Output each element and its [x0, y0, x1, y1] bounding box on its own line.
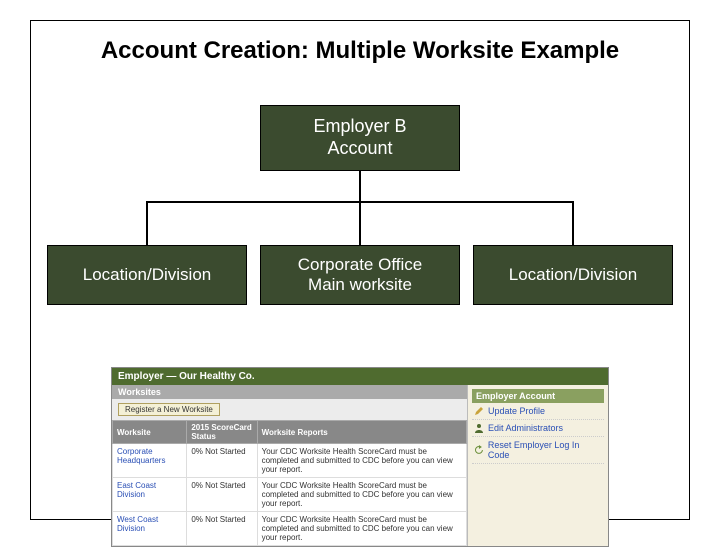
- table-header-row: Worksite 2015 ScoreCard Status Worksite …: [113, 421, 467, 444]
- org-chart: Employer B Account Location/Division Cor…: [31, 105, 689, 305]
- status-cell: 0% Not Started: [187, 512, 257, 546]
- sidebar-item-reset-code[interactable]: Reset Employer Log In Code: [472, 437, 604, 464]
- connector-line: [359, 171, 361, 201]
- report-note: Your CDC Worksite Health ScoreCard must …: [257, 478, 466, 512]
- worksites-table: Worksite 2015 ScoreCard Status Worksite …: [112, 420, 467, 546]
- table-row: Corporate Headquarters 0% Not Started Yo…: [113, 444, 467, 478]
- connector-line: [359, 201, 361, 245]
- status-cell: 0% Not Started: [187, 478, 257, 512]
- panel-main: Worksites Register a New Worksite Worksi…: [112, 385, 468, 546]
- org-top-box: Employer B Account: [260, 105, 460, 171]
- sidebar-item-label: Reset Employer Log In Code: [488, 440, 602, 460]
- panel-body: Worksites Register a New Worksite Worksi…: [112, 385, 608, 546]
- org-child-label: Corporate Office Main worksite: [298, 255, 422, 296]
- screenshot-panel: Employer — Our Healthy Co. Worksites Reg…: [111, 367, 609, 547]
- col-worksite: Worksite: [113, 421, 187, 444]
- org-child-label: Location/Division: [509, 265, 638, 285]
- sidebar-item-update-profile[interactable]: Update Profile: [472, 403, 604, 420]
- org-child-box: Location/Division: [473, 245, 673, 305]
- col-status: 2015 ScoreCard Status: [187, 421, 257, 444]
- reset-icon: [474, 445, 484, 455]
- report-note: Your CDC Worksite Health ScoreCard must …: [257, 512, 466, 546]
- sidebar-item-label: Update Profile: [488, 406, 545, 416]
- org-top-label: Employer B Account: [313, 116, 406, 159]
- report-note: Your CDC Worksite Health ScoreCard must …: [257, 444, 466, 478]
- org-child-label: Location/Division: [83, 265, 212, 285]
- org-child-box: Corporate Office Main worksite: [260, 245, 460, 305]
- sidebar-item-edit-admins[interactable]: Edit Administrators: [472, 420, 604, 437]
- org-children-row: Location/Division Corporate Office Main …: [31, 245, 689, 305]
- worksite-link[interactable]: Corporate Headquarters: [113, 444, 187, 478]
- connector-line: [572, 201, 574, 245]
- user-icon: [474, 423, 484, 433]
- panel-header: Employer — Our Healthy Co.: [112, 368, 608, 385]
- org-child-box: Location/Division: [47, 245, 247, 305]
- sidebar-title: Employer Account: [472, 389, 604, 403]
- col-reports: Worksite Reports: [257, 421, 466, 444]
- worksite-link[interactable]: West Coast Division: [113, 512, 187, 546]
- slide-frame: Account Creation: Multiple Worksite Exam…: [30, 20, 690, 520]
- slide-title: Account Creation: Multiple Worksite Exam…: [31, 21, 689, 65]
- sidebar-item-label: Edit Administrators: [488, 423, 563, 433]
- worksites-header: Worksites: [112, 385, 467, 399]
- pencil-icon: [474, 406, 484, 416]
- register-worksite-button[interactable]: Register a New Worksite: [118, 403, 220, 416]
- employer-account-sidebar: Employer Account Update Profile Edit Adm…: [468, 385, 608, 546]
- table-row: East Coast Division 0% Not Started Your …: [113, 478, 467, 512]
- status-cell: 0% Not Started: [187, 444, 257, 478]
- worksite-link[interactable]: East Coast Division: [113, 478, 187, 512]
- connector-line: [146, 201, 148, 245]
- table-row: West Coast Division 0% Not Started Your …: [113, 512, 467, 546]
